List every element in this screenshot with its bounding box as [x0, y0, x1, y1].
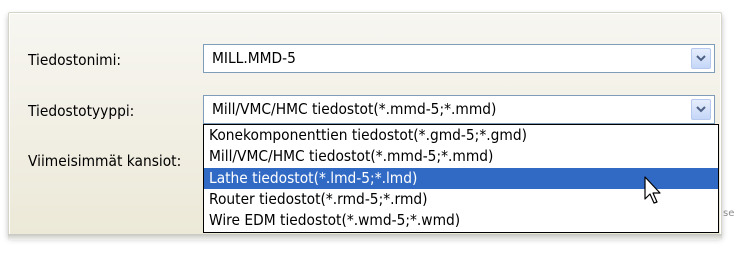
- filetype-label: Tiedostotyyppi:: [28, 102, 135, 120]
- filename-dropdown-button[interactable]: [691, 48, 711, 69]
- filetype-dropdown-button[interactable]: [691, 99, 711, 120]
- filetype-option[interactable]: Konekomponenttien tiedostot(*.gmd-5;*.gm…: [204, 125, 718, 146]
- dialog-bottom-edge: [8, 234, 722, 240]
- mouse-pointer-icon: [644, 176, 661, 204]
- filetype-option[interactable]: Mill/VMC/HMC tiedostot(*.mmd-5;*.mmd): [204, 146, 718, 167]
- filename-label: Tiedostonimi:: [28, 51, 122, 69]
- filetype-combobox[interactable]: Mill/VMC/HMC tiedostot(*.mmd-5;*.mmd): [203, 95, 715, 124]
- filetype-dropdown-list[interactable]: Konekomponenttien tiedostot(*.gmd-5;*.gm…: [203, 124, 719, 233]
- chevron-down-icon: [696, 55, 706, 62]
- filename-input[interactable]: MILL.MMD-5: [212, 49, 296, 67]
- clipped-text: se: [723, 208, 735, 219]
- recent-folders-label: Viimeisimmät kansiot:: [28, 152, 182, 170]
- filetype-option[interactable]: Wire EDM tiedostot(*.wmd-5;*.wmd): [204, 210, 718, 231]
- filetype-option[interactable]: Router tiedostot(*.rmd-5;*.rmd): [204, 189, 718, 210]
- filetype-option-highlighted[interactable]: Lathe tiedostot(*.lmd-5;*.lmd): [204, 167, 718, 189]
- filetype-selected-value[interactable]: Mill/VMC/HMC tiedostot(*.mmd-5;*.mmd): [212, 100, 496, 118]
- filename-combobox[interactable]: MILL.MMD-5: [203, 44, 715, 73]
- chevron-down-icon: [696, 106, 706, 113]
